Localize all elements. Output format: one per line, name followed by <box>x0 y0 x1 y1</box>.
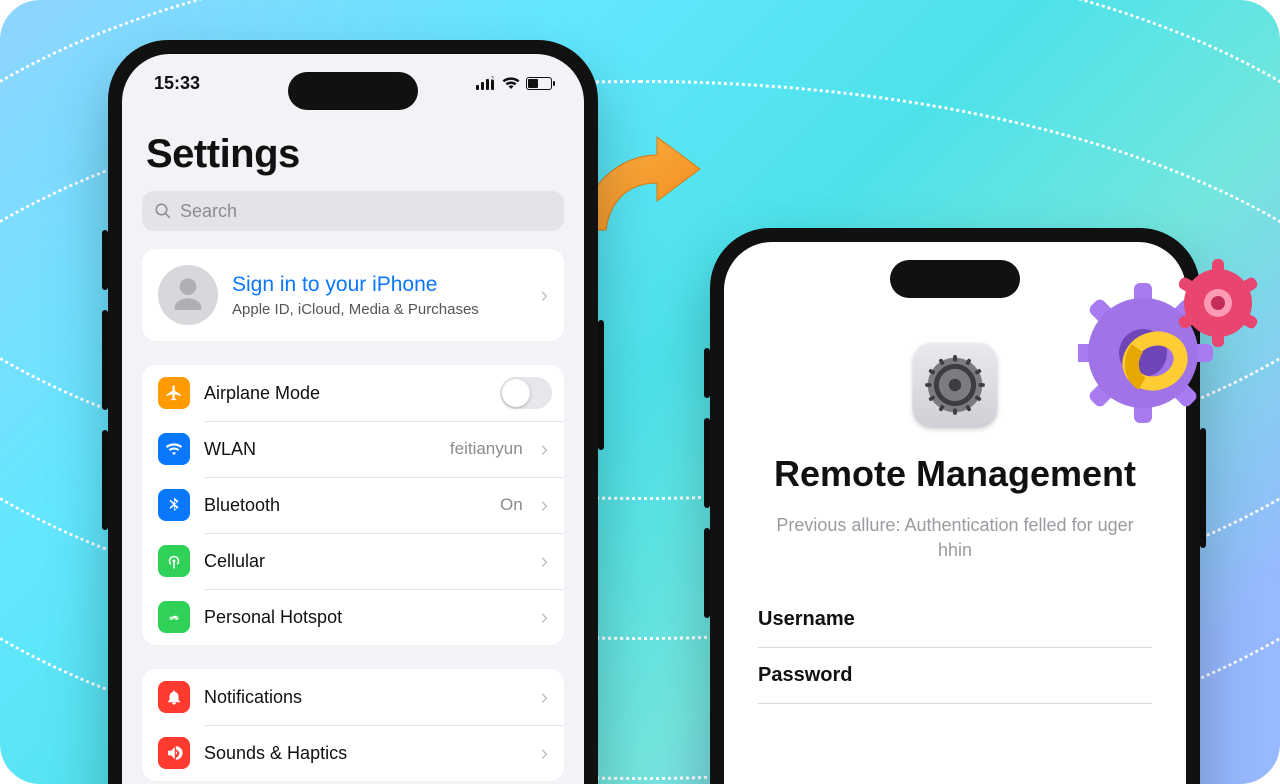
remote-management-title: Remote Management <box>724 452 1186 513</box>
row-sounds-haptics[interactable]: Sounds & Haptics › <box>142 725 564 781</box>
battery-icon <box>526 77 552 90</box>
row-label: Personal Hotspot <box>204 607 523 628</box>
dynamic-island <box>890 260 1020 298</box>
bell-icon <box>158 681 190 713</box>
phone-frame-settings: 15:33 ! Se <box>108 40 598 784</box>
illustration-canvas: 15:33 ! Se <box>0 0 1280 784</box>
chevron-right-icon: › <box>537 604 552 630</box>
alerts-group: Notifications › Sounds & Haptics › <box>142 669 564 781</box>
signin-link[interactable]: Sign in to your iPhone <box>232 273 523 297</box>
hotspot-icon <box>158 601 190 633</box>
wifi-icon <box>502 76 520 90</box>
chevron-right-icon: › <box>537 282 552 308</box>
signin-card[interactable]: Sign in to your iPhone Apple ID, iCloud,… <box>142 249 564 341</box>
search-icon <box>154 202 172 220</box>
signin-subtitle: Apple ID, iCloud, Media & Purchases <box>232 301 523 318</box>
chevron-right-icon: › <box>537 740 552 766</box>
remote-management-subtitle: Previous allure: Authentication felled f… <box>724 513 1186 591</box>
dynamic-island <box>288 72 418 110</box>
chevron-right-icon: › <box>537 548 552 574</box>
row-cellular[interactable]: Cellular › <box>142 533 564 589</box>
settings-app-icon <box>912 342 998 428</box>
username-field[interactable]: Username <box>758 592 1152 648</box>
status-time: 15:33 <box>154 73 200 94</box>
avatar-placeholder-icon <box>158 265 218 325</box>
row-label: Cellular <box>204 551 523 572</box>
row-notifications[interactable]: Notifications › <box>142 669 564 725</box>
bluetooth-icon <box>158 489 190 521</box>
row-wlan[interactable]: WLAN feitianyun › <box>142 421 564 477</box>
airplane-toggle[interactable] <box>500 377 552 409</box>
row-airplane-mode[interactable]: Airplane Mode <box>142 365 564 421</box>
row-label: WLAN <box>204 439 436 460</box>
airplane-icon <box>158 377 190 409</box>
row-label: Notifications <box>204 687 523 708</box>
page-title: Settings <box>122 112 584 191</box>
chevron-right-icon: › <box>537 492 552 518</box>
row-value: On <box>500 495 523 515</box>
row-value: feitianyun <box>450 439 523 459</box>
connectivity-group: Airplane Mode WLAN feitianyun › Bluetoot… <box>142 365 564 645</box>
chevron-right-icon: › <box>537 436 552 462</box>
row-bluetooth[interactable]: Bluetooth On › <box>142 477 564 533</box>
password-field[interactable]: Password <box>758 648 1152 704</box>
search-input[interactable]: Search <box>142 191 564 231</box>
row-personal-hotspot[interactable]: Personal Hotspot › <box>142 589 564 645</box>
search-placeholder: Search <box>180 201 237 222</box>
speaker-icon <box>158 737 190 769</box>
chevron-right-icon: › <box>537 684 552 710</box>
row-label: Sounds & Haptics <box>204 743 523 764</box>
wifi-icon <box>158 433 190 465</box>
row-label: Airplane Mode <box>204 383 486 404</box>
cellular-icon: ! <box>476 76 496 90</box>
cellular-icon <box>158 545 190 577</box>
gears-decoration-icon <box>1078 258 1258 428</box>
row-label: Bluetooth <box>204 495 486 516</box>
